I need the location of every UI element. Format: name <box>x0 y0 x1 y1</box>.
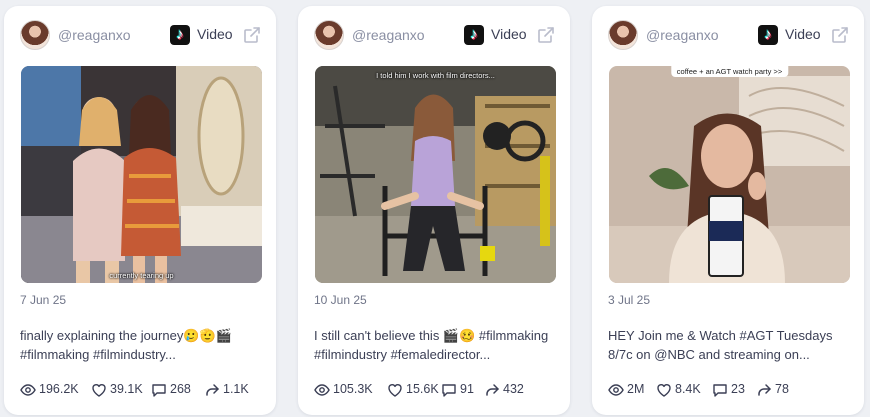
post-type-label: Video <box>197 26 233 42</box>
card-header: @reaganxo ♪ Video <box>608 20 850 52</box>
views-count: 196.2K <box>39 382 79 396</box>
likes-count: 15.6K <box>406 382 439 396</box>
username[interactable]: @reaganxo <box>58 27 131 43</box>
post-date: 10 Jun 25 <box>314 293 367 307</box>
post-card[interactable]: @reaganxo ♪ Video I told him I work with… <box>298 6 570 415</box>
username[interactable]: @reaganxo <box>646 27 719 43</box>
post-description: I still can't believe this 🎬🥴 #filmmakin… <box>314 326 558 364</box>
post-description: HEY Join me & Watch #AGT Tuesdays 8/7c o… <box>608 326 852 364</box>
shares-count: 432 <box>503 382 524 396</box>
description-line: #filmindustry #femaledirector... <box>314 347 491 362</box>
heart-icon <box>92 384 106 397</box>
views-count: 2M <box>627 382 645 396</box>
eye-icon <box>20 384 36 396</box>
avatar[interactable] <box>20 20 50 50</box>
comments-count: 91 <box>460 382 474 396</box>
tiktok-icon: ♪ <box>170 25 190 45</box>
tiktok-icon: ♪ <box>758 25 778 45</box>
comment-icon <box>713 384 727 397</box>
avatar[interactable] <box>314 20 344 50</box>
post-date: 3 Jul 25 <box>608 293 651 307</box>
description-line: HEY Join me & Watch #AGT Tuesdays <box>608 328 833 343</box>
post-card[interactable]: @reaganxo ♪ Video currently tearing up 7… <box>4 6 276 415</box>
heart-icon <box>388 384 402 397</box>
thumbnail-caption: I told him I work with film directors... <box>376 71 495 80</box>
heart-icon <box>657 384 671 397</box>
external-link-icon[interactable] <box>536 25 556 45</box>
shares-count: 1.1K <box>223 382 249 396</box>
post-date: 7 Jun 25 <box>20 293 67 307</box>
thumbnail-caption: currently tearing up <box>109 271 174 280</box>
likes-count: 39.1K <box>110 382 143 396</box>
comments-count: 268 <box>170 382 191 396</box>
eye-icon <box>314 384 330 396</box>
video-thumbnail[interactable]: currently tearing up <box>21 66 262 283</box>
external-link-icon[interactable] <box>830 25 850 45</box>
shares-count: 78 <box>775 382 789 396</box>
video-thumbnail[interactable]: coffee + an AGT watch party >> <box>609 66 850 283</box>
username[interactable]: @reaganxo <box>352 27 425 43</box>
post-description: finally explaining the journey🥲🫡🎬 #filmm… <box>20 326 264 364</box>
post-type-label: Video <box>491 26 527 42</box>
card-header: @reaganxo ♪ Video <box>314 20 556 52</box>
post-type-label: Video <box>785 26 821 42</box>
thumbnail-caption: coffee + an AGT watch party >> <box>670 66 789 77</box>
description-line: I still can't believe this 🎬🥴 #filmmakin… <box>314 328 549 343</box>
comments-count: 23 <box>731 382 745 396</box>
eye-icon <box>608 384 624 396</box>
comment-icon <box>152 384 166 397</box>
share-icon <box>206 384 219 396</box>
external-link-icon[interactable] <box>242 25 262 45</box>
description-line: #filmmaking #filmindustry... <box>20 347 176 362</box>
comment-icon <box>442 384 456 397</box>
likes-count: 8.4K <box>675 382 701 396</box>
share-icon <box>758 384 771 396</box>
description-line: 8/7c on @NBC and streaming on... <box>608 347 810 362</box>
avatar[interactable] <box>608 20 638 50</box>
card-header: @reaganxo ♪ Video <box>20 20 262 52</box>
tiktok-icon: ♪ <box>464 25 484 45</box>
video-thumbnail[interactable]: I told him I work with film directors... <box>315 66 556 283</box>
views-count: 105.3K <box>333 382 373 396</box>
share-icon <box>486 384 499 396</box>
post-card[interactable]: @reaganxo ♪ Video coffee + an AGT watch … <box>592 6 864 415</box>
description-line: finally explaining the journey🥲🫡🎬 <box>20 328 232 343</box>
